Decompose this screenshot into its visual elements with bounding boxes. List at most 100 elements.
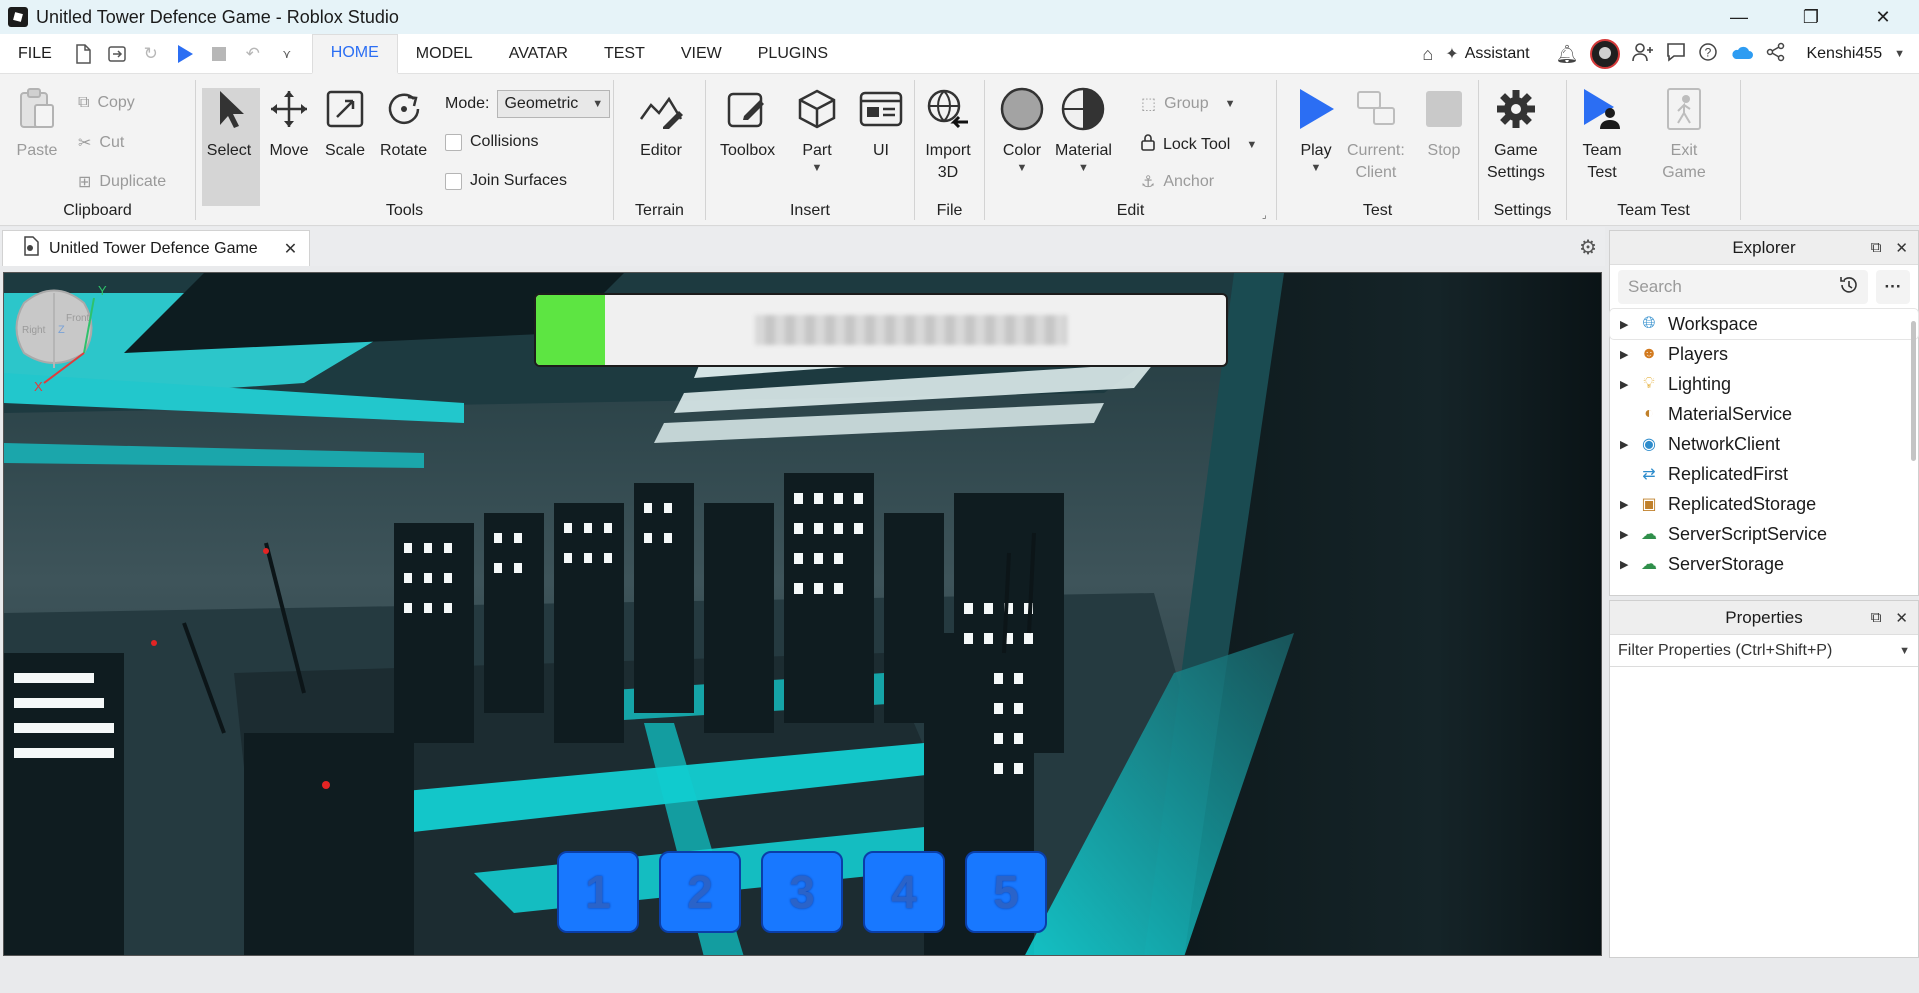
explorer-item-players[interactable]: ▶ ☻ Players	[1610, 339, 1918, 369]
group-dropdown-icon[interactable]: ▼	[1225, 98, 1236, 110]
current-client-button[interactable]: Current: Client	[1347, 86, 1405, 184]
collisions-toggle[interactable]: Collisions	[445, 133, 538, 151]
tab-test[interactable]: TEST	[586, 34, 663, 74]
game-viewport[interactable]: Y X Z Right Front 1 2 3 4 5	[3, 272, 1602, 956]
stop-icon[interactable]	[208, 43, 230, 65]
new-file-icon[interactable]	[72, 43, 94, 65]
sparkle-icon: ✦	[1445, 46, 1459, 63]
quick-access-dropdown-icon[interactable]: ⋎	[276, 43, 298, 65]
undock-icon[interactable]: ⧉	[1871, 609, 1882, 627]
expand-arrow-icon[interactable]: ▶	[1620, 498, 1638, 511]
expand-arrow-icon[interactable]: ▶	[1620, 528, 1638, 541]
tower-slot-4[interactable]: 4	[863, 851, 945, 933]
file-menu[interactable]: FILE	[0, 45, 70, 63]
notifications-icon[interactable]: 🔔︎	[1556, 44, 1579, 65]
close-icon[interactable]: ✕	[1895, 609, 1908, 627]
collaborate-icon[interactable]: ⌂	[1422, 44, 1433, 65]
toolbox-button[interactable]: Toolbox	[720, 86, 775, 162]
tower-slot-2[interactable]: 2	[659, 851, 741, 933]
tower-slot-1[interactable]: 1	[557, 851, 639, 933]
gizmo-y-label: Y	[98, 283, 107, 298]
explorer-item-lighting[interactable]: ▶ 💡︎ Lighting	[1610, 369, 1918, 399]
redo-icon[interactable]: ↻	[140, 43, 162, 65]
help-icon[interactable]: ?	[1698, 42, 1718, 67]
join-surfaces-toggle[interactable]: Join Surfaces	[445, 172, 567, 190]
explorer-item-workspace[interactable]: ▶ 🌐︎ Workspace	[1609, 308, 1919, 340]
minimize-button[interactable]: —	[1703, 0, 1775, 34]
avatar[interactable]	[1590, 39, 1621, 69]
expand-arrow-icon[interactable]: ▶	[1620, 348, 1638, 361]
restore-button[interactable]: ❐	[1775, 0, 1847, 34]
tab-plugins[interactable]: PLUGINS	[740, 34, 846, 74]
color-button[interactable]: Color ▼	[999, 86, 1045, 174]
history-icon[interactable]	[1838, 275, 1858, 300]
team-test-button[interactable]: Team Test	[1579, 86, 1625, 184]
expand-arrow-icon[interactable]: ▶	[1620, 558, 1638, 571]
part-button[interactable]: Part ▼	[794, 86, 840, 174]
view-cube-gizmo[interactable]: Y X Z Right Front	[4, 273, 124, 393]
select-button[interactable]: Select	[206, 86, 252, 162]
ribbon-expand-icon[interactable]: ⌟	[1262, 210, 1267, 221]
undock-icon[interactable]: ⧉	[1871, 239, 1882, 257]
ui-button[interactable]: UI	[858, 86, 904, 162]
rotate-button[interactable]: Rotate	[380, 86, 427, 162]
explorer-item-serverstorage[interactable]: ▶ ☁︎ ServerStorage	[1610, 549, 1918, 579]
expand-arrow-icon[interactable]: ▶	[1620, 378, 1638, 391]
publish-icon[interactable]	[106, 43, 128, 65]
material-button[interactable]: Material ▼	[1055, 86, 1112, 174]
filter-properties-input[interactable]: Filter Properties (Ctrl+Shift+P) ▼	[1610, 635, 1918, 667]
group-button[interactable]: ⬚ Group ▼	[1141, 94, 1235, 114]
lock-tool-dropdown-icon[interactable]: ▼	[1246, 139, 1257, 151]
play-dropdown-icon[interactable]: ▼	[1311, 162, 1322, 174]
chevron-down-icon[interactable]: ▼	[1899, 645, 1910, 657]
viewport-settings-gear-icon[interactable]: ⚙︎	[1579, 235, 1597, 260]
explorer-item-replicatedfirst[interactable]: ⇄ ReplicatedFirst	[1610, 459, 1918, 489]
more-options-icon[interactable]: ···	[1876, 270, 1910, 304]
username[interactable]: Kenshi455	[1806, 45, 1882, 63]
document-tab[interactable]: Unitled Tower Defence Game ✕	[2, 230, 310, 266]
color-dropdown-icon[interactable]: ▼	[1017, 162, 1028, 174]
play-icon[interactable]	[174, 43, 196, 65]
tab-view[interactable]: VIEW	[663, 34, 740, 74]
stop-button[interactable]: Stop	[1421, 86, 1467, 162]
add-friend-icon[interactable]	[1632, 42, 1654, 67]
tab-avatar[interactable]: AVATAR	[491, 34, 586, 74]
collisions-checkbox[interactable]	[445, 133, 462, 151]
join-surfaces-checkbox[interactable]	[445, 172, 462, 190]
explorer-search-input[interactable]: Search	[1618, 270, 1868, 304]
lock-tool-button[interactable]: Lock Tool ▼	[1141, 133, 1257, 156]
scale-button[interactable]: Scale	[322, 86, 368, 162]
anchor-button[interactable]: ⚓︎ Anchor	[1141, 172, 1214, 192]
game-settings-button[interactable]: Game Settings	[1487, 86, 1545, 184]
chat-icon[interactable]	[1666, 42, 1686, 67]
expand-arrow-icon[interactable]: ▶	[1620, 318, 1638, 331]
explorer-item-replicatedstorage[interactable]: ▶ ▣ ReplicatedStorage	[1610, 489, 1918, 519]
material-label: Material	[1055, 142, 1112, 159]
material-dropdown-icon[interactable]: ▼	[1078, 162, 1089, 174]
undo-icon[interactable]: ↶	[242, 43, 264, 65]
close-window-button[interactable]: ✕	[1847, 0, 1919, 34]
play-button[interactable]: Play ▼	[1293, 86, 1339, 174]
assistant-button[interactable]: ✦ Assistant	[1445, 44, 1529, 64]
explorer-item-serverscriptservice[interactable]: ▶ ☁︎ ServerScriptService	[1610, 519, 1918, 549]
tab-model[interactable]: MODEL	[398, 34, 491, 74]
move-button[interactable]: Move	[266, 86, 312, 162]
explorer-item-networkclient[interactable]: ▶ ◉ NetworkClient	[1610, 429, 1918, 459]
exit-game-button[interactable]: Exit Game	[1661, 86, 1707, 184]
account-dropdown-icon[interactable]: ▼	[1894, 48, 1905, 60]
tab-home[interactable]: HOME	[311, 33, 398, 74]
terrain-editor-button[interactable]: Editor	[638, 86, 684, 162]
toolbox-label: Toolbox	[720, 142, 776, 159]
tower-slot-3[interactable]: 3	[761, 851, 843, 933]
close-tab-icon[interactable]: ✕	[284, 239, 297, 259]
explorer-item-materialservice[interactable]: ◐ MaterialService	[1610, 399, 1918, 429]
mode-select[interactable]: Geometric ▼	[497, 90, 611, 118]
share-icon[interactable]	[1766, 42, 1786, 67]
part-dropdown-icon[interactable]: ▼	[812, 162, 823, 174]
tower-slot-5[interactable]: 5	[965, 851, 1047, 933]
cloud-icon[interactable]	[1730, 44, 1754, 65]
close-icon[interactable]: ✕	[1895, 239, 1908, 257]
explorer-scrollbar[interactable]	[1911, 321, 1916, 461]
expand-arrow-icon[interactable]: ▶	[1620, 438, 1638, 451]
import-3d-button[interactable]: Import 3D	[925, 86, 971, 184]
